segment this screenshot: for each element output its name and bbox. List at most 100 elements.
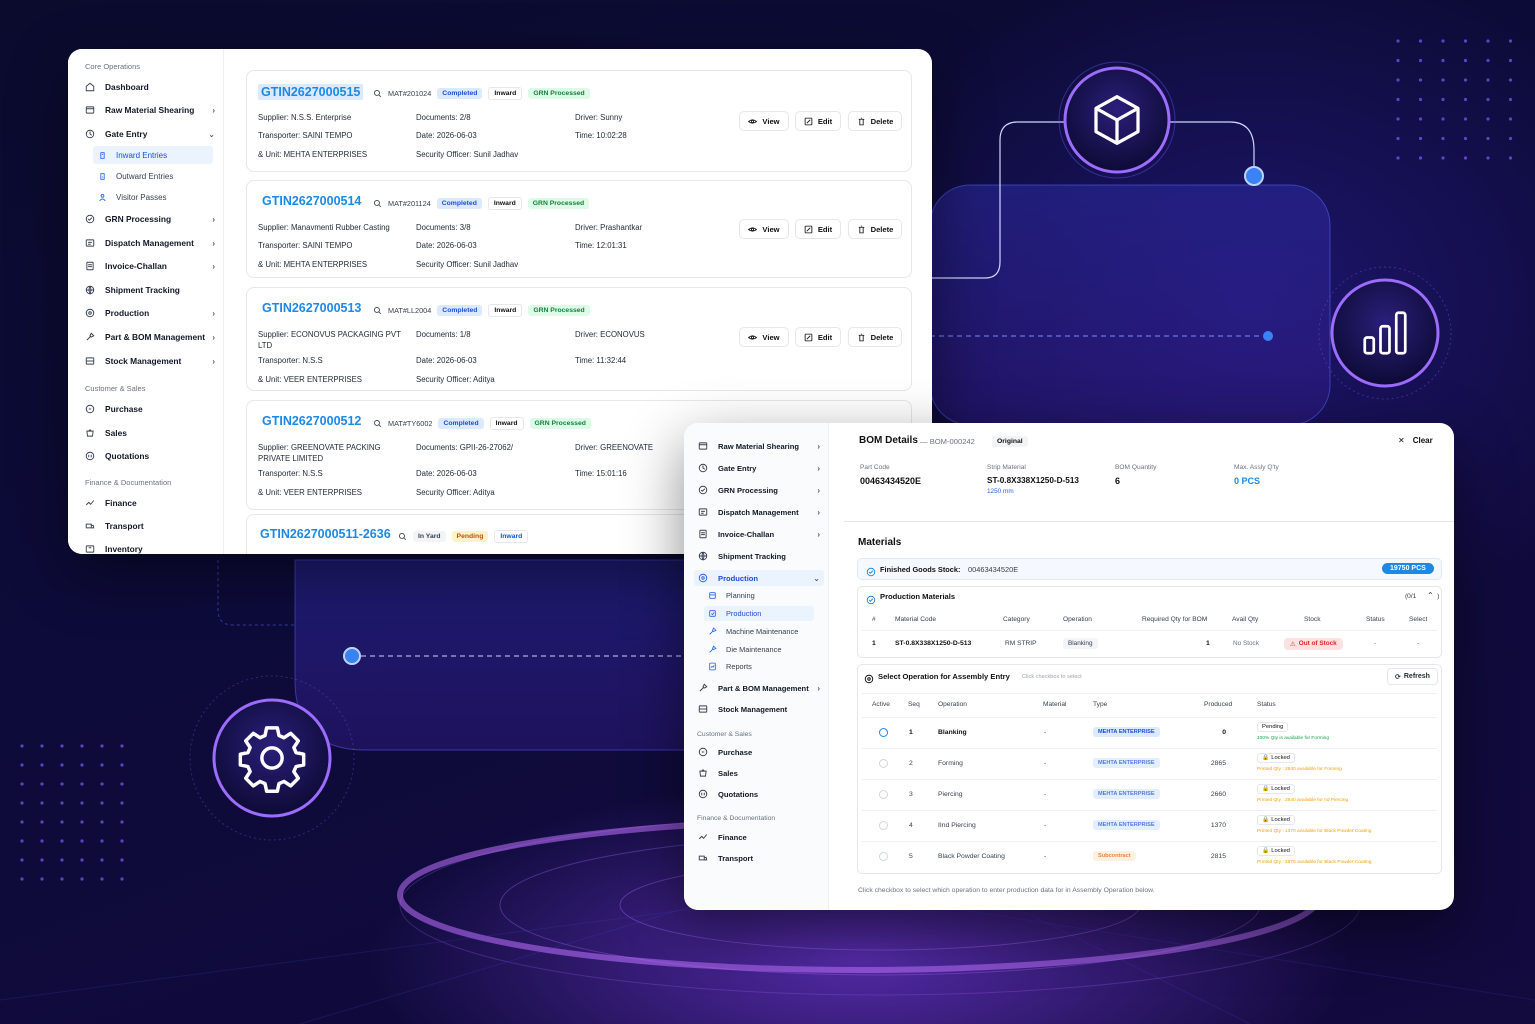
sidebar-item-inventory[interactable]: Inventory [85,543,143,554]
view-button[interactable]: View [739,327,789,347]
transporter-field: Transporter: SAINI TEMPO [258,131,353,140]
operation-type-badge: MEHTA ENTERPRISE [1093,758,1160,768]
gtin-link[interactable]: GTIN2627000511-2636 [260,527,391,541]
table-header: Material [1043,701,1067,708]
operation-name: Blanking [938,729,967,736]
gtin-link[interactable]: GTIN2627000512 [262,414,361,428]
badge-label: Pending [1262,724,1284,730]
stock-icon [866,564,876,577]
material-id: MAT#201124 [388,199,431,208]
driver-field: Driver: Prashantkar [575,223,643,232]
delete-button[interactable]: Delete [848,219,902,239]
delete-icon [858,117,864,125]
strip-material-value: ST-0.8X338X1250-D-513 [987,476,1079,485]
strip-length: 1250 mm [987,488,1014,495]
operation-select-radio[interactable] [879,852,888,861]
warning-icon: ⚠ [1290,641,1296,648]
search-icon[interactable] [373,89,382,98]
driver-field: Driver: Sunny [575,113,623,122]
operation-select-radio[interactable] [879,821,888,830]
part-code-label: Part Code [860,464,890,471]
unit-field: & Unit: VEER ENTERPRISES [258,375,362,384]
delete-button[interactable]: Delete [848,327,902,347]
search-icon[interactable] [373,199,382,208]
search-icon[interactable] [398,532,407,541]
gtin-link[interactable]: GTIN2627000514 [262,194,361,208]
table-header: Stock [1304,616,1321,623]
security-officer-field: Security Officer: Aditya [416,488,495,497]
status-badge: Completed [437,88,483,99]
max-assly-label: Max. Assly Q'ty [1234,464,1279,471]
table-cell-category: RM STRIP [1005,640,1037,647]
strip-material-label: Strip Material [987,464,1026,471]
gtin-link[interactable]: GTIN2627000513 [262,301,361,315]
status-badge: Completed [437,305,483,316]
operation-select-radio[interactable] [879,759,888,768]
entry-meta: In Yard Pending Inward [398,530,529,543]
table-cell-required-qty: 1 [1206,640,1210,647]
material-id: MAT#201024 [388,89,432,98]
material-id: MAT#TY6002 [388,419,433,428]
operation-status-badge: 🔒 Locked [1257,846,1295,856]
operation-name: IInd Piercing [938,822,976,829]
security-officer-field: Security Officer: Sunil Jadhav [416,260,519,269]
search-icon[interactable] [373,419,382,428]
operation-note: Printed Qty : 2875 available for Black P… [1257,860,1372,865]
close-icon: ✕ [1398,436,1405,445]
date-field: Date: 2026-06-03 [416,241,477,250]
driver-field: Driver: ECONOVUS [575,330,645,339]
edit-button[interactable]: Edit [795,111,841,131]
operation-name: Forming [938,760,963,767]
status-badge: In Yard [413,531,446,542]
table-header: Avail Qty [1232,616,1259,623]
badge-label: Locked [1271,786,1290,792]
status-badge: Inward [489,417,524,430]
entry-meta: MAT#201024 Completed Inward GRN Processed [373,87,590,100]
refresh-button[interactable]: ⟳ Refresh [1387,668,1438,685]
operation-seq: 4 [909,822,913,829]
max-assly-value: 0 PCS [1234,476,1261,486]
operation-note: Printed Qty : 1370 available for Black P… [1257,829,1372,834]
operation-select-radio[interactable] [879,728,888,737]
status-badge: GRN Processed [528,305,590,316]
table-header: Produced [1204,701,1233,708]
finished-goods-label: Finished Goods Stock: [880,565,961,574]
operation-select-radio[interactable] [879,790,888,799]
operation-footer-note: Click checkbox to select which operation… [858,887,1155,894]
date-field: Date: 2026-06-03 [416,356,477,365]
badge-label: Out of Stock [1298,640,1337,647]
operation-panel [857,664,1442,874]
edit-button[interactable]: Edit [795,219,841,239]
entry-meta: MAT#201124 Completed Inward GRN Processed [373,197,590,210]
edit-button[interactable]: Edit [795,327,841,347]
transporter-field: Transporter: N.S.S [258,469,323,478]
edit-icon [804,333,813,341]
time-field: Time: 12:01:31 [575,241,627,250]
table-cell-select: - [1417,640,1420,647]
view-button[interactable]: View [739,219,789,239]
button-label: View [762,116,780,126]
table-cell-material-code: ST-0.8X338X1250-D-513 [895,640,972,647]
table-header: Status [1366,616,1385,623]
gtin-link[interactable]: GTIN2627000515 [258,84,364,100]
search-icon[interactable] [373,306,382,315]
bom-qty-value: 6 [1115,476,1121,486]
view-icon [748,334,758,340]
table-cell-avail-qty: No Stock [1233,640,1259,647]
view-button[interactable]: View [739,111,789,131]
operation-material: - [1044,853,1047,860]
chevron-up-icon[interactable]: ⌃ [1427,591,1434,600]
version-badge: Original [992,436,1028,447]
clear-button[interactable]: ✕ Clear [1398,436,1433,445]
operation-material: - [1044,760,1047,767]
divider [862,748,1437,749]
finished-goods-code: 00463434520E [968,565,1019,574]
delete-button[interactable]: Delete [848,111,902,131]
bar-chart-icon [1363,311,1407,355]
divider [844,521,1454,522]
operation-status-badge: 🔒 Locked [1257,784,1295,794]
sidebar-item-transport[interactable]: Transport [85,520,144,532]
entry-meta: MAT#TY6002 Completed Inward GRN Processed [373,417,591,430]
materials-icon [866,592,876,605]
edit-icon [804,225,813,233]
